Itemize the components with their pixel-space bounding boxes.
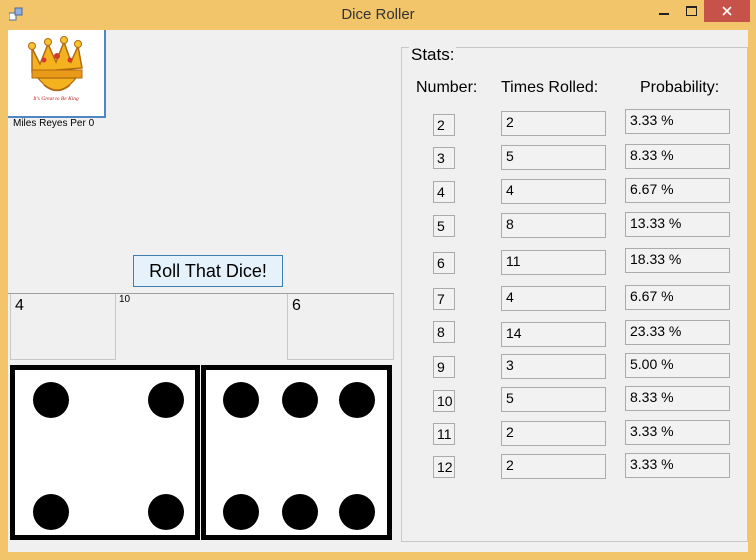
pip [339,382,375,418]
roll-dice-button[interactable]: Roll That Dice! [133,255,283,287]
probability-field[interactable]: 6.67 % [625,285,730,310]
number-box: 4 [433,181,455,203]
minimize-button[interactable] [650,0,678,22]
window-title: Dice Roller [341,6,415,23]
minimize-icon [659,13,669,15]
maximize-icon [685,6,697,16]
title-bar: Dice Roller [0,0,756,30]
times-rolled-field[interactable]: 2 [501,454,606,479]
pip [223,494,259,530]
number-header: Number: [416,79,478,96]
number-box: 12 [433,456,455,478]
logo-caption: Miles Reyes Per 0 [13,118,95,129]
times-rolled-field[interactable]: 2 [501,111,606,136]
probability-header: Probability: [640,79,720,96]
times-rolled-header: Times Rolled: [501,79,599,96]
number-box: 10 [433,390,455,412]
pip [33,382,69,418]
probability-field[interactable]: 3.33 % [625,420,730,445]
close-icon [722,6,732,16]
number-box: 11 [433,423,455,445]
times-rolled-field[interactable]: 14 [501,322,606,347]
crown-icon [28,36,83,92]
die2-value-label: 6 [287,294,394,360]
number-box: 5 [433,215,455,237]
probability-field[interactable]: 5.00 % [625,353,730,378]
crown-logo: It's Great to Be King [28,36,83,102]
number-box: 6 [433,252,455,274]
close-button[interactable] [704,0,750,22]
times-rolled-field[interactable]: 2 [501,421,606,446]
number-box: 7 [433,288,455,310]
times-rolled-field[interactable]: 4 [501,286,606,311]
probability-field[interactable]: 8.33 % [625,144,730,169]
probability-field[interactable]: 6.67 % [625,178,730,203]
logo-tagline: It's Great to Be King [32,96,79,102]
pip [33,494,69,530]
times-rolled-field[interactable]: 4 [501,179,606,204]
die1-value-label: 4 [10,294,116,360]
number-box: 2 [433,114,455,136]
times-rolled-field[interactable]: 8 [501,213,606,238]
client-area: It's Great to Be King Miles Reyes Per 0 … [8,30,748,552]
number-box: 9 [433,356,455,378]
number-box: 8 [433,321,455,343]
die-right-face [201,365,392,540]
probability-field[interactable]: 23.33 % [625,320,730,345]
pip [339,494,375,530]
stats-title: Stats: [409,45,457,65]
times-rolled-field[interactable]: 5 [501,145,606,170]
pip [148,382,184,418]
number-box: 3 [433,147,455,169]
probability-field[interactable]: 18.33 % [625,248,730,273]
logo-picture: It's Great to Be King [8,30,106,118]
pip [148,494,184,530]
probability-field[interactable]: 13.33 % [625,212,730,237]
pip [223,382,259,418]
probability-field[interactable]: 3.33 % [625,109,730,134]
probability-field[interactable]: 3.33 % [625,453,730,478]
times-rolled-field[interactable]: 5 [501,387,606,412]
probability-field[interactable]: 8.33 % [625,386,730,411]
times-rolled-field[interactable]: 3 [501,354,606,379]
pip [282,494,318,530]
sum-value-label: 10 [119,294,131,305]
maximize-button[interactable] [678,0,704,22]
die-left-face [10,365,200,540]
times-rolled-field[interactable]: 11 [501,250,606,275]
pip [282,382,318,418]
